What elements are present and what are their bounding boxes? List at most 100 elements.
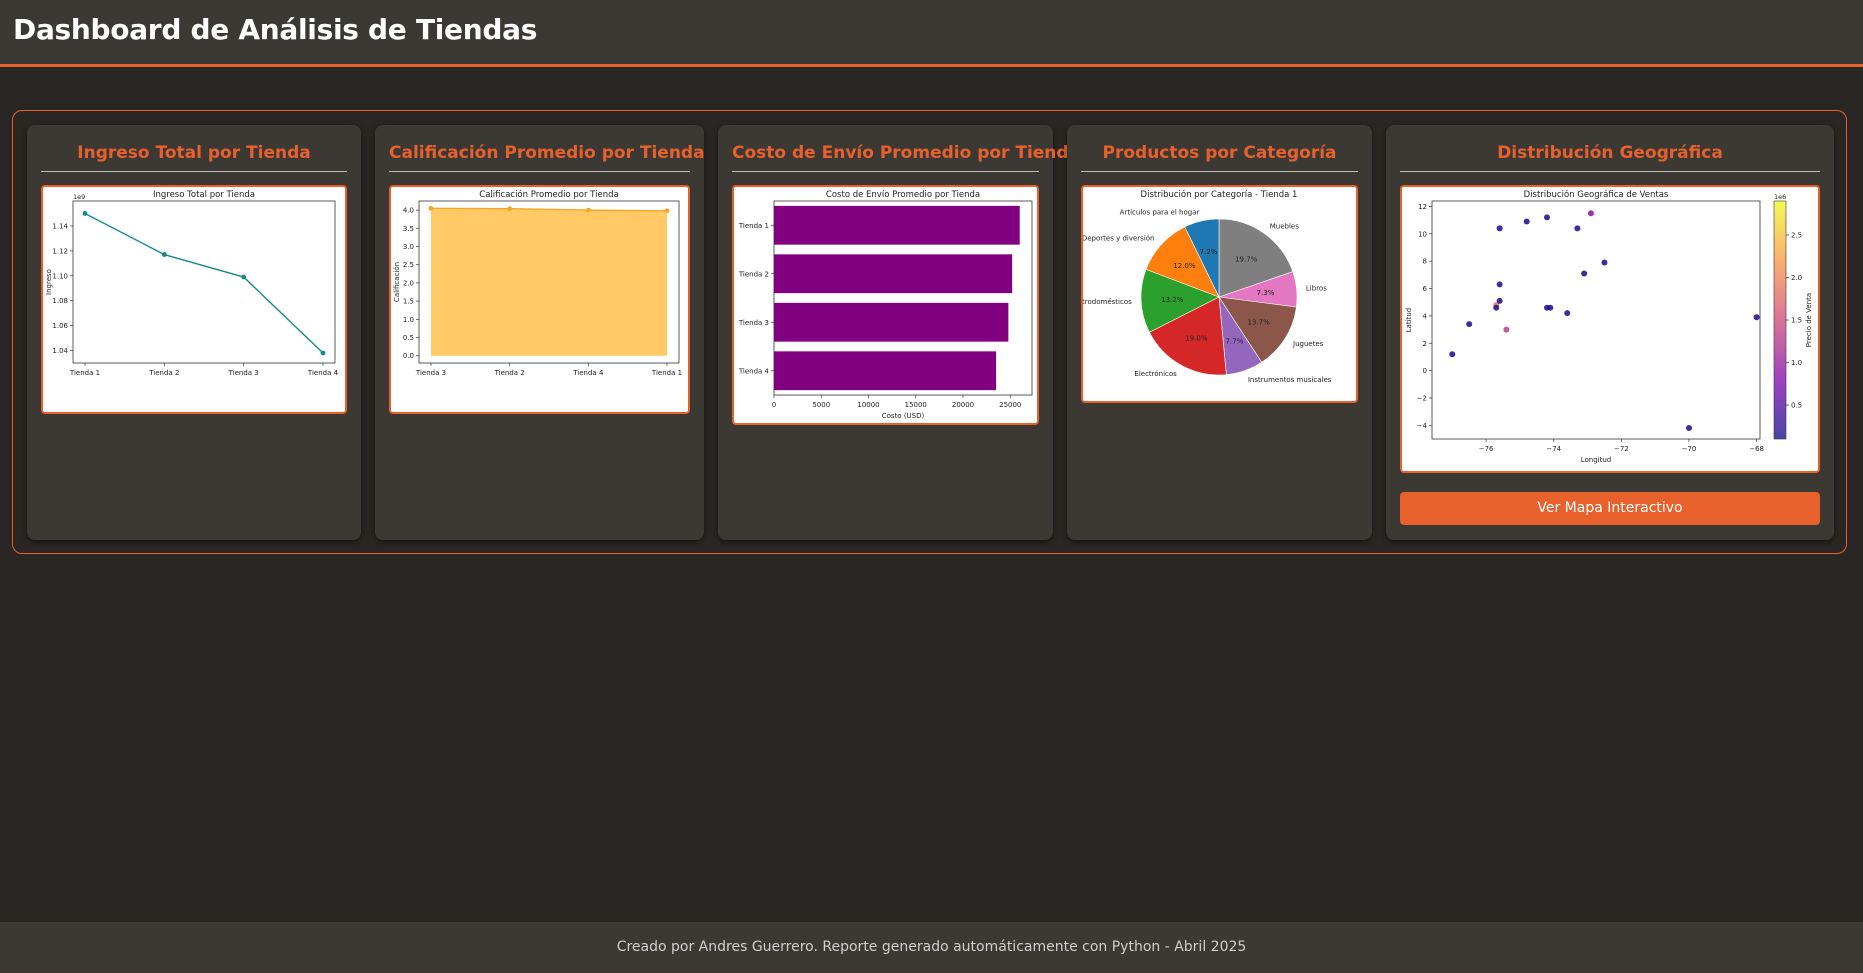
data-point	[320, 350, 326, 356]
chart-geo: Distribución Geográfica de Ventas −76 −74 −…	[1405, 189, 1813, 464]
y-tick-label: −4	[1417, 422, 1428, 430]
scatter-point	[1581, 270, 1588, 277]
y-tick-label: 4	[1423, 312, 1428, 320]
chart-envio: Costo de Envío Promedio por Tienda Tienda…	[738, 190, 1033, 420]
scatter-point	[1496, 297, 1503, 304]
x-axis-label: Longitud	[1581, 456, 1612, 464]
pie-pct-label: 7.7%	[1226, 338, 1244, 346]
x-tick-label: 20000	[952, 401, 974, 409]
data-point	[664, 208, 670, 214]
x-tick-label: −68	[1749, 445, 1764, 453]
pie-category-label: Electrónicos	[1134, 370, 1177, 378]
scatter-point	[1523, 218, 1530, 225]
y-axis-label: Ingreso	[45, 269, 53, 295]
colorbar-tick-label: 2.0	[1791, 274, 1802, 282]
x-tick-label: −76	[1479, 445, 1494, 453]
x-tick-label: Tienda 4	[307, 369, 339, 377]
y-tick-label: 1.0	[403, 316, 414, 324]
pie-category-label: Instrumentos musicales	[1248, 376, 1332, 384]
card-title-categoria: Productos por Categoría	[1081, 143, 1358, 172]
y-tick-label: 1.04	[52, 347, 68, 355]
scatter-point	[1574, 225, 1581, 232]
y-axis-label: Latitud	[1405, 308, 1413, 333]
card-ingreso: Ingreso Total por Tienda Ingreso Total p…	[27, 125, 361, 540]
chart-ingreso: Ingreso Total por Tienda 1e9 1.04 1.06 1.08 1…	[45, 190, 339, 377]
scatter-point	[1685, 425, 1692, 432]
series-line	[84, 212, 324, 354]
pie-pct-label: 13.2%	[1161, 296, 1184, 304]
x-tick-label: Tienda 1	[69, 369, 100, 377]
colorbar-label: Precio de Venta	[1805, 293, 1813, 347]
view-interactive-map-button[interactable]: Ver Mapa Interactivo	[1400, 492, 1820, 525]
y-tick-label: 12	[1418, 203, 1427, 211]
data-point	[585, 207, 591, 213]
plot-ingreso: Ingreso Total por Tienda 1e9 1.04 1.06 1.08 1…	[41, 185, 347, 414]
footer-text: Creado por Andres Guerrero. Reporte gene…	[616, 939, 1247, 955]
plot-area	[72, 200, 336, 364]
scatter-point	[1466, 321, 1473, 328]
page-footer: Creado por Andres Guerrero. Reporte gene…	[0, 922, 1863, 973]
x-tick-label: 5000	[812, 401, 830, 409]
pie-pct-label: 19.0%	[1185, 334, 1208, 342]
bar	[774, 254, 1013, 294]
x-tick-label: Tienda 3	[415, 369, 446, 377]
chart-calificacion: Calificación Promedio por Tienda 0.0 0.5 1.…	[393, 189, 682, 377]
card-categoria: Productos por Categoría Distribución por…	[1067, 125, 1372, 540]
x-tick-label: Tienda 1	[651, 369, 682, 377]
scatter-point	[1753, 314, 1760, 321]
scatter-point	[1564, 310, 1571, 317]
plot-calificacion: Calificación Promedio por Tienda 0.0 0.5 1.…	[389, 185, 690, 414]
scatter-point	[1449, 351, 1456, 358]
card-title-ingreso: Ingreso Total por Tienda	[41, 143, 347, 172]
y-tick-label: 8	[1423, 258, 1427, 266]
colorbar-offset-label: 1e6	[1774, 193, 1786, 201]
plot-categoria: Distribución por Categoría - Tienda 1 19.…	[1081, 185, 1358, 403]
y-tick-label: −2	[1417, 394, 1427, 402]
pie-category-label: Muebles	[1270, 222, 1299, 230]
y-tick-label: 2.5	[403, 261, 414, 269]
y-tick-label: Tienda 3	[738, 319, 769, 327]
chart-categoria: Distribución por Categoría - Tienda 1 19.…	[1083, 189, 1332, 384]
x-tick-label: −70	[1682, 445, 1697, 453]
y-tick-label: 1.14	[52, 222, 68, 230]
pie-category-label: Juguetes	[1292, 340, 1324, 348]
card-calificacion: Calificación Promedio por Tienda Calific…	[375, 125, 705, 540]
y-tick-label: Tienda 4	[738, 367, 770, 375]
y-axis-label: Calificación	[393, 262, 401, 302]
scatter-point	[1496, 225, 1503, 232]
pie-pct-label: 7.2%	[1200, 248, 1218, 256]
page-title: Dashboard de Análisis de Tiendas	[13, 13, 538, 46]
y-tick-label: 0.5	[403, 334, 414, 342]
plot-area	[1431, 200, 1761, 440]
y-tick-label: 10	[1418, 230, 1427, 238]
pie-pct-label: 12.0%	[1173, 262, 1196, 270]
scatter-point	[1601, 259, 1608, 266]
card-title-calificacion: Calificación Promedio por Tienda	[389, 143, 705, 172]
scatter-point	[1503, 326, 1510, 333]
chart-title: Distribución Geográfica de Ventas	[1524, 189, 1669, 200]
x-tick-label: Tienda 2	[494, 369, 525, 377]
pie-category-label: Deportes y diversión	[1083, 235, 1154, 243]
scatter-point	[1493, 304, 1500, 311]
chart-title: Calificación Promedio por Tienda	[479, 189, 618, 200]
x-tick-label: 0	[772, 401, 776, 409]
card-geo: Distribución Geográfica Distribución Geo…	[1386, 125, 1834, 540]
y-tick-label: 0.0	[403, 352, 414, 360]
card-title-geo: Distribución Geográfica	[1400, 143, 1820, 172]
colorbar-tick-label: 0.5	[1791, 402, 1802, 410]
bar	[774, 205, 1020, 245]
x-tick-label: 10000	[857, 401, 879, 409]
scatter-point	[1496, 281, 1503, 288]
x-tick-label: −72	[1614, 445, 1629, 453]
scatter-point	[1587, 210, 1594, 217]
page-header: Dashboard de Análisis de Tiendas	[0, 0, 1863, 67]
chart-title: Costo de Envío Promedio por Tienda	[826, 190, 980, 200]
colorbar-tick-label: 1.5	[1791, 317, 1802, 325]
y-tick-label: Tienda 1	[738, 222, 769, 230]
data-point	[507, 206, 513, 212]
x-tick-label: 25000	[999, 401, 1021, 409]
y-tick-label: 2.0	[403, 279, 414, 287]
y-tick-label: 0	[1423, 367, 1427, 375]
y-tick-label: 1.12	[52, 247, 68, 255]
chart-title: Ingreso Total por Tienda	[153, 190, 255, 200]
